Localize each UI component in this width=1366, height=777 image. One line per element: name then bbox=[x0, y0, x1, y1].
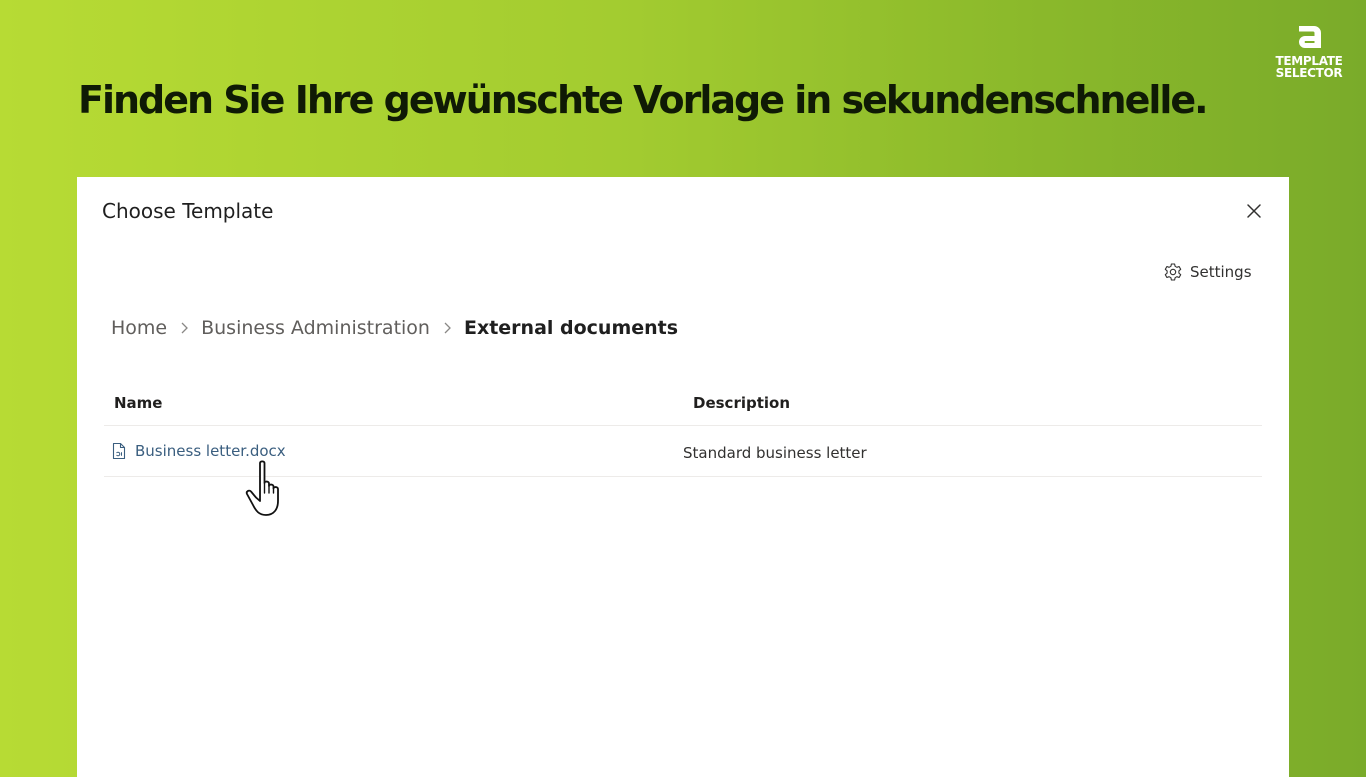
table-header: Name Description bbox=[104, 383, 1262, 426]
close-button[interactable] bbox=[1242, 199, 1266, 223]
dialog-title: Choose Template bbox=[102, 199, 274, 223]
letter-a-logo-icon bbox=[1299, 26, 1321, 48]
chevron-right-icon bbox=[179, 321, 189, 335]
page-headline: Finden Sie Ihre gewünschte Vorlage in se… bbox=[78, 78, 1209, 122]
document-icon bbox=[112, 442, 126, 460]
template-file-name[interactable]: Business letter.docx bbox=[135, 442, 286, 460]
settings-label: Settings bbox=[1190, 263, 1252, 281]
hand-pointer-icon bbox=[245, 460, 279, 516]
breadcrumb: Home Business Administration External do… bbox=[111, 317, 678, 339]
column-header-name[interactable]: Name bbox=[114, 394, 162, 412]
gear-icon bbox=[1164, 263, 1182, 281]
template-description: Standard business letter bbox=[683, 444, 867, 462]
breadcrumb-external-documents: External documents bbox=[463, 317, 679, 339]
chevron-right-icon bbox=[442, 321, 452, 335]
brand-logo: TEMPLATE SELECTOR bbox=[1270, 22, 1348, 79]
brand-name-line2: SELECTOR bbox=[1275, 66, 1343, 80]
settings-button[interactable]: Settings bbox=[1163, 261, 1252, 283]
template-link[interactable]: Business letter.docx bbox=[111, 442, 286, 460]
column-header-description[interactable]: Description bbox=[693, 394, 790, 412]
close-icon bbox=[1247, 204, 1261, 218]
breadcrumb-home[interactable]: Home bbox=[111, 317, 167, 339]
column-divider bbox=[681, 383, 686, 425]
breadcrumb-business-administration[interactable]: Business Administration bbox=[201, 317, 430, 339]
